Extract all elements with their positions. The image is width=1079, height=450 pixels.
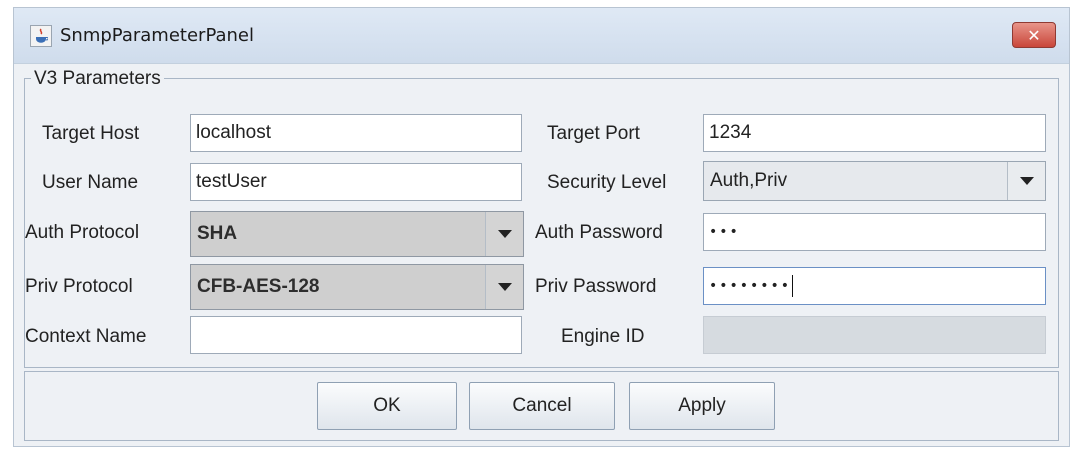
ok-button[interactable]: OK [317, 382, 457, 430]
priv-password-value: •••••••• [709, 278, 792, 294]
close-button[interactable]: ✕ [1012, 22, 1056, 48]
engine-id-input [703, 316, 1046, 354]
user-name-label: User Name [42, 172, 139, 193]
target-port-label: Target Port [547, 123, 640, 144]
button-panel: OK Cancel Apply [24, 371, 1059, 441]
v3-parameters-legend: V3 Parameters [31, 68, 164, 90]
user-name-input[interactable]: testUser [190, 163, 522, 201]
auth-password-input[interactable]: ••• [703, 213, 1046, 251]
target-host-label: Target Host [42, 123, 140, 144]
window-title: SnmpParameterPanel [60, 25, 255, 46]
snmp-parameter-dialog: SnmpParameterPanel ✕ V3 Parameters Targe… [13, 7, 1070, 447]
context-name-input[interactable] [190, 316, 522, 354]
auth-password-label: Auth Password [535, 222, 663, 243]
java-app-icon [30, 25, 52, 47]
close-icon: ✕ [1027, 25, 1041, 45]
priv-password-input[interactable]: •••••••• [703, 267, 1046, 305]
auth-protocol-value: SHA [197, 223, 238, 244]
engine-id-label: Engine ID [561, 326, 645, 347]
text-cursor [792, 275, 794, 297]
chevron-down-icon[interactable] [1007, 162, 1045, 200]
v3-parameters-group: V3 Parameters Target Host localhost Targ… [24, 68, 1059, 368]
chevron-down-icon[interactable] [485, 265, 523, 309]
priv-protocol-value: CFB-AES-128 [197, 276, 320, 297]
security-level-select[interactable]: Auth,Priv [703, 161, 1046, 201]
apply-button[interactable]: Apply [629, 382, 775, 430]
priv-password-label: Priv Password [535, 276, 657, 297]
auth-protocol-select[interactable]: SHA [190, 211, 524, 257]
target-port-input[interactable]: 1234 [703, 114, 1046, 152]
priv-protocol-select[interactable]: CFB-AES-128 [190, 264, 524, 310]
chevron-down-icon[interactable] [485, 212, 523, 256]
cancel-button[interactable]: Cancel [469, 382, 615, 430]
priv-protocol-label: Priv Protocol [25, 276, 133, 297]
security-level-value: Auth,Priv [710, 170, 788, 191]
context-name-label: Context Name [25, 326, 147, 347]
auth-protocol-label: Auth Protocol [25, 222, 140, 243]
target-host-input[interactable]: localhost [190, 114, 522, 152]
title-bar: SnmpParameterPanel ✕ [14, 8, 1069, 64]
security-level-label: Security Level [547, 172, 667, 193]
